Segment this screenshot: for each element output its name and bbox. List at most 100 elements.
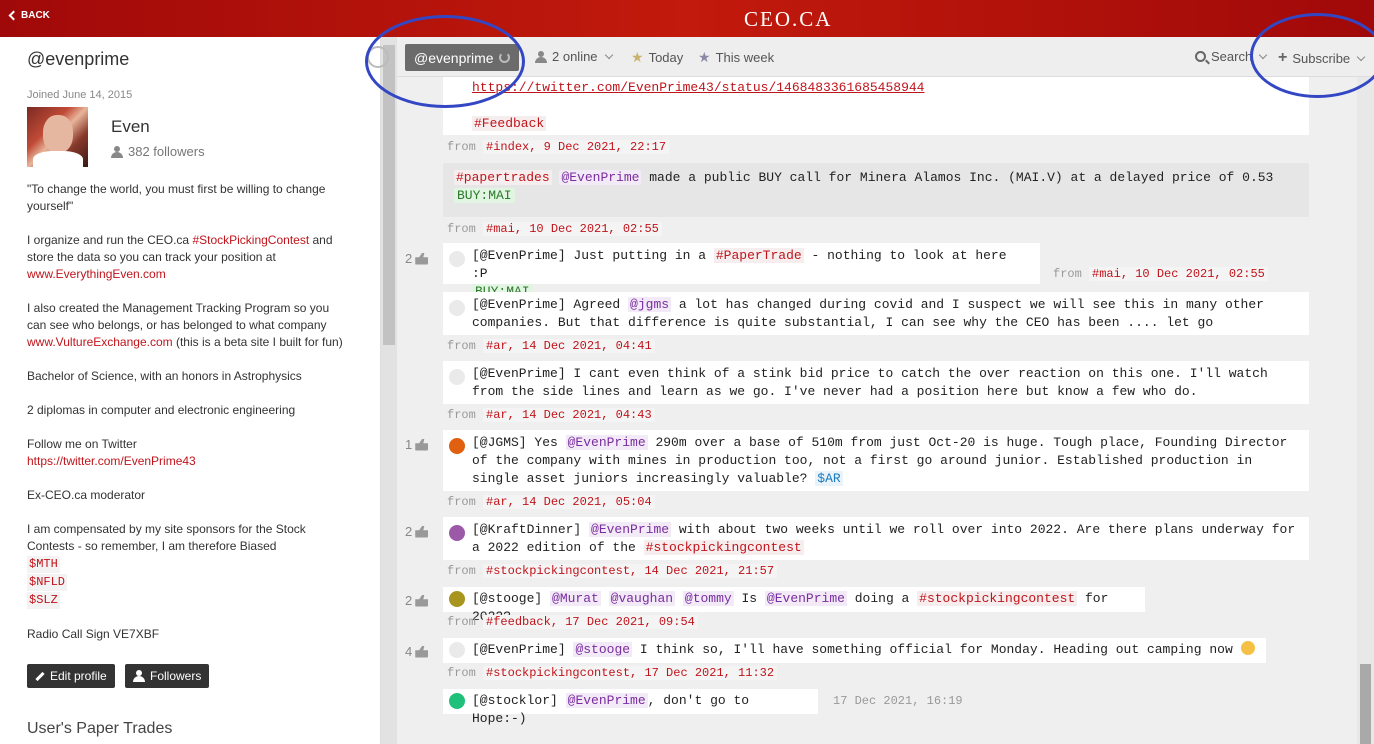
like-vote[interactable]: 1 xyxy=(405,437,429,452)
pencil-icon xyxy=(35,671,45,681)
subscribe-dropdown[interactable]: + Subscribe xyxy=(1278,49,1366,67)
avatar xyxy=(449,591,465,607)
channel-link[interactable]: #ar, 14 Dec 2021, 04:41 xyxy=(483,339,655,353)
like-vote[interactable]: 2 xyxy=(405,593,429,608)
bio-paragraph: I organize and run the CEO.ca #StockPick… xyxy=(27,233,333,281)
hashtag-link[interactable]: #PaperTrade xyxy=(713,248,804,263)
like-vote[interactable]: 4 xyxy=(405,644,429,659)
chat-message: [@EvenPrime] I cant even think of a stin… xyxy=(443,361,1309,404)
message-author[interactable]: [@EvenPrime] xyxy=(472,366,566,381)
channel-button[interactable]: @evenprime xyxy=(405,44,519,71)
chat-message: https://twitter.com/EvenPrime43/status/1… xyxy=(443,77,1309,135)
bio-paragraph: I also created the Management Tracking P… xyxy=(27,301,343,349)
mention-link[interactable]: @EvenPrime xyxy=(764,591,847,606)
thumbs-up-icon xyxy=(415,438,429,451)
chat-message: #papertrades @EvenPrime made a public BU… xyxy=(443,163,1309,217)
message-author[interactable]: [@KraftDinner] xyxy=(472,522,581,537)
message-source: from #feedback, 17 Dec 2021, 09:54 xyxy=(447,615,698,629)
tweet-link[interactable]: https://twitter.com/EvenPrime43/status/1… xyxy=(472,80,924,95)
this-week-filter[interactable]: ★ This week xyxy=(698,49,774,66)
bio-paragraph: Ex-CEO.ca moderator xyxy=(27,488,146,502)
refresh-icon[interactable] xyxy=(499,52,510,63)
avatar xyxy=(449,642,465,658)
avatar xyxy=(449,525,465,541)
everythingeven-link[interactable]: www.EverythingEven.com xyxy=(27,267,166,281)
like-vote[interactable]: 2 xyxy=(405,251,429,266)
feed-scrollbar[interactable] xyxy=(1357,77,1374,744)
profile-bio: "To change the world, you must first be … xyxy=(27,181,347,660)
mention-link[interactable]: @vaughan xyxy=(608,591,676,606)
thumbs-up-icon xyxy=(415,645,429,658)
message-source: from #stockpickingcontest, 14 Dec 2021, … xyxy=(447,564,778,578)
hashtag-link[interactable]: #Feedback xyxy=(472,116,547,131)
message-author[interactable]: [@EvenPrime] xyxy=(472,248,566,263)
buy-call-badge[interactable]: BUY:MAI xyxy=(454,188,515,203)
user-icon xyxy=(133,670,145,682)
globe-icon[interactable] xyxy=(367,46,389,68)
message-author[interactable]: [@stooge] xyxy=(472,591,542,606)
chevron-left-icon xyxy=(8,10,19,21)
channel-link[interactable]: #stockpickingcontest, 14 Dec 2021, 21:57 xyxy=(483,564,778,578)
bio-quote: "To change the world, you must first be … xyxy=(27,182,326,213)
search-dropdown[interactable]: Search xyxy=(1195,49,1268,64)
vultureexchange-link[interactable]: www.VultureExchange.com xyxy=(27,335,173,349)
ticker-link[interactable]: $NFLD xyxy=(27,574,68,591)
chat-message: [@EvenPrime] @stooge I think so, I'll ha… xyxy=(443,638,1266,663)
bio-paragraph: Bachelor of Science, with an honors in A… xyxy=(27,369,302,383)
back-button[interactable]: BACK xyxy=(8,10,50,21)
bio-paragraph: 2 diplomas in computer and electronic en… xyxy=(27,403,296,417)
channel-link[interactable]: #ar, 14 Dec 2021, 04:43 xyxy=(483,408,655,422)
mention-link[interactable]: @tommy xyxy=(682,591,734,606)
mention-link[interactable]: @stooge xyxy=(573,642,633,657)
hashtag-link[interactable]: #papertrades xyxy=(454,170,552,185)
message-source: from #ar, 14 Dec 2021, 04:41 xyxy=(447,339,655,353)
mention-link[interactable]: @EvenPrime xyxy=(589,522,672,537)
mention-link[interactable]: @Murat xyxy=(550,591,601,606)
chat-message: [@stooge] @Murat @vaughan @tommy Is @Eve… xyxy=(443,587,1145,624)
left-scrollbar[interactable] xyxy=(381,37,397,744)
mention-link[interactable]: @EvenPrime xyxy=(565,693,648,708)
channel-link[interactable]: #mai, 10 Dec 2021, 02:55 xyxy=(483,222,662,236)
channel-link[interactable]: #stockpickingcontest, 17 Dec 2021, 11:32 xyxy=(483,666,778,680)
chat-feed: https://twitter.com/EvenPrime43/status/1… xyxy=(397,77,1357,744)
today-filter[interactable]: ★ Today xyxy=(631,49,683,66)
mention-link[interactable]: @jgms xyxy=(628,297,672,312)
contest-hashtag-link[interactable]: #StockPickingContest xyxy=(192,233,309,247)
avatar xyxy=(449,300,465,316)
channel-link[interactable]: #index, 9 Dec 2021, 22:17 xyxy=(483,140,670,154)
avatar xyxy=(449,693,465,709)
channel-link[interactable]: #ar, 14 Dec 2021, 05:04 xyxy=(483,495,655,509)
twitter-link[interactable]: https://twitter.com/EvenPrime43 xyxy=(27,454,196,468)
message-author[interactable]: [@EvenPrime] xyxy=(472,642,566,657)
profile-handle: @evenprime xyxy=(27,49,130,69)
followers-count[interactable]: 382 followers xyxy=(111,144,205,159)
ticker-link[interactable]: $MTH xyxy=(27,556,60,573)
message-source: from #stockpickingcontest, 17 Dec 2021, … xyxy=(447,666,778,680)
hashtag-link[interactable]: #stockpickingcontest xyxy=(643,540,804,555)
hashtag-link[interactable]: #stockpickingcontest xyxy=(917,591,1078,606)
mention-link[interactable]: @EvenPrime xyxy=(565,435,648,450)
message-author[interactable]: [@JGMS] xyxy=(472,435,527,450)
channel-link[interactable]: #feedback, 17 Dec 2021, 09:54 xyxy=(483,615,698,629)
message-source: from #mai, 10 Dec 2021, 02:55 xyxy=(1053,267,1268,281)
site-logo[interactable]: CEO.CA xyxy=(744,7,832,32)
mention-link[interactable]: @EvenPrime xyxy=(559,170,642,185)
bio-paragraph: Follow me on Twitter https://twitter.com/… xyxy=(27,437,196,468)
message-author[interactable]: [@EvenPrime] xyxy=(472,297,566,312)
avatar xyxy=(27,107,88,167)
ticker-link[interactable]: $AR xyxy=(815,471,843,486)
thumbs-up-icon xyxy=(415,594,429,607)
user-icon xyxy=(535,50,547,63)
chevron-down-icon xyxy=(604,50,613,60)
edit-profile-button[interactable]: Edit profile xyxy=(27,664,115,688)
message-author[interactable]: [@stocklor] xyxy=(472,693,558,708)
online-users-dropdown[interactable]: 2 online xyxy=(535,49,613,64)
chat-message: [@EvenPrime] Agreed @jgms a lot has chan… xyxy=(443,292,1309,335)
followers-label: 382 followers xyxy=(128,144,205,159)
ticker-link[interactable]: $SLZ xyxy=(27,592,60,609)
profile-name: Even xyxy=(111,117,150,136)
like-vote[interactable]: 2 xyxy=(405,524,429,539)
channel-link[interactable]: #mai, 10 Dec 2021, 02:55 xyxy=(1089,267,1268,281)
followers-button[interactable]: Followers xyxy=(125,664,210,688)
bio-paragraph: I am compensated by my site sponsors for… xyxy=(27,522,306,609)
